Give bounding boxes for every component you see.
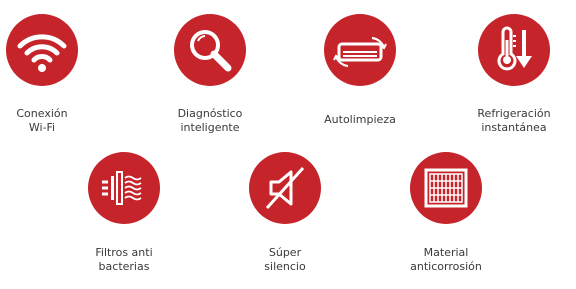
filter-airflow-icon (88, 152, 160, 224)
thermometer-down-icon (478, 14, 550, 86)
feature-label: Conexión Wi-Fi (16, 107, 68, 134)
feature-label: Súper silencio (264, 246, 306, 273)
feature-label: Material anticorrosión (410, 246, 482, 273)
feature-label: Refrigeración instantánea (477, 107, 551, 134)
wifi-icon (6, 14, 78, 86)
ac-unit-cycle-icon (324, 14, 396, 86)
mute-speaker-icon (249, 152, 321, 224)
corrosion-grid-icon (410, 152, 482, 224)
feature-label: Autolimpieza (324, 113, 396, 126)
feature-label: Diagnóstico inteligente (177, 107, 243, 134)
magnifier-icon (174, 14, 246, 86)
feature-label: Filtros anti bacterias (95, 246, 153, 273)
